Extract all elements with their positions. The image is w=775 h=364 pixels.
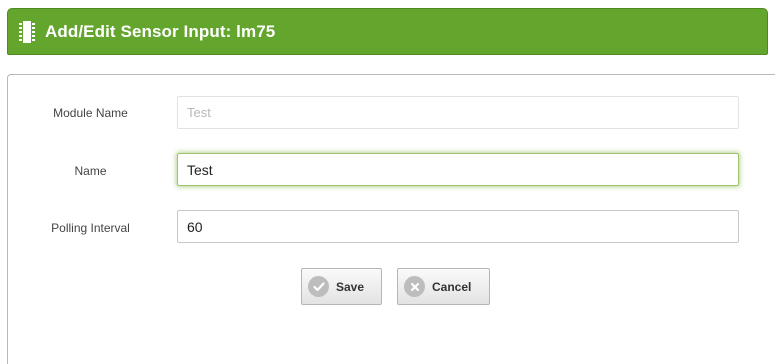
polling-interval-label: Polling Interval [51,221,130,235]
name-label: Name [74,164,107,178]
polling-interval-value: 60 [187,218,203,235]
chip-icon [18,19,36,45]
module-name-field: Test [177,96,739,129]
dialog-title: Add/Edit Sensor Input: lm75 [45,21,276,41]
cancel-button-label: Cancel [432,279,472,294]
close-icon [404,276,425,297]
form-panel: Module Name Test Name Test Polling Inter… [7,74,775,364]
dialog-header: Add/Edit Sensor Input: lm75 [7,8,768,55]
save-button-label: Save [336,279,365,294]
cancel-button[interactable]: Cancel [397,268,490,305]
module-name-value: Test [187,105,211,120]
polling-interval-field[interactable]: 60 [177,210,739,243]
check-icon [308,276,329,297]
name-field[interactable]: Test [177,153,739,186]
module-name-label: Module Name [53,106,128,120]
save-button[interactable]: Save [301,268,382,305]
name-value: Test [187,161,213,178]
